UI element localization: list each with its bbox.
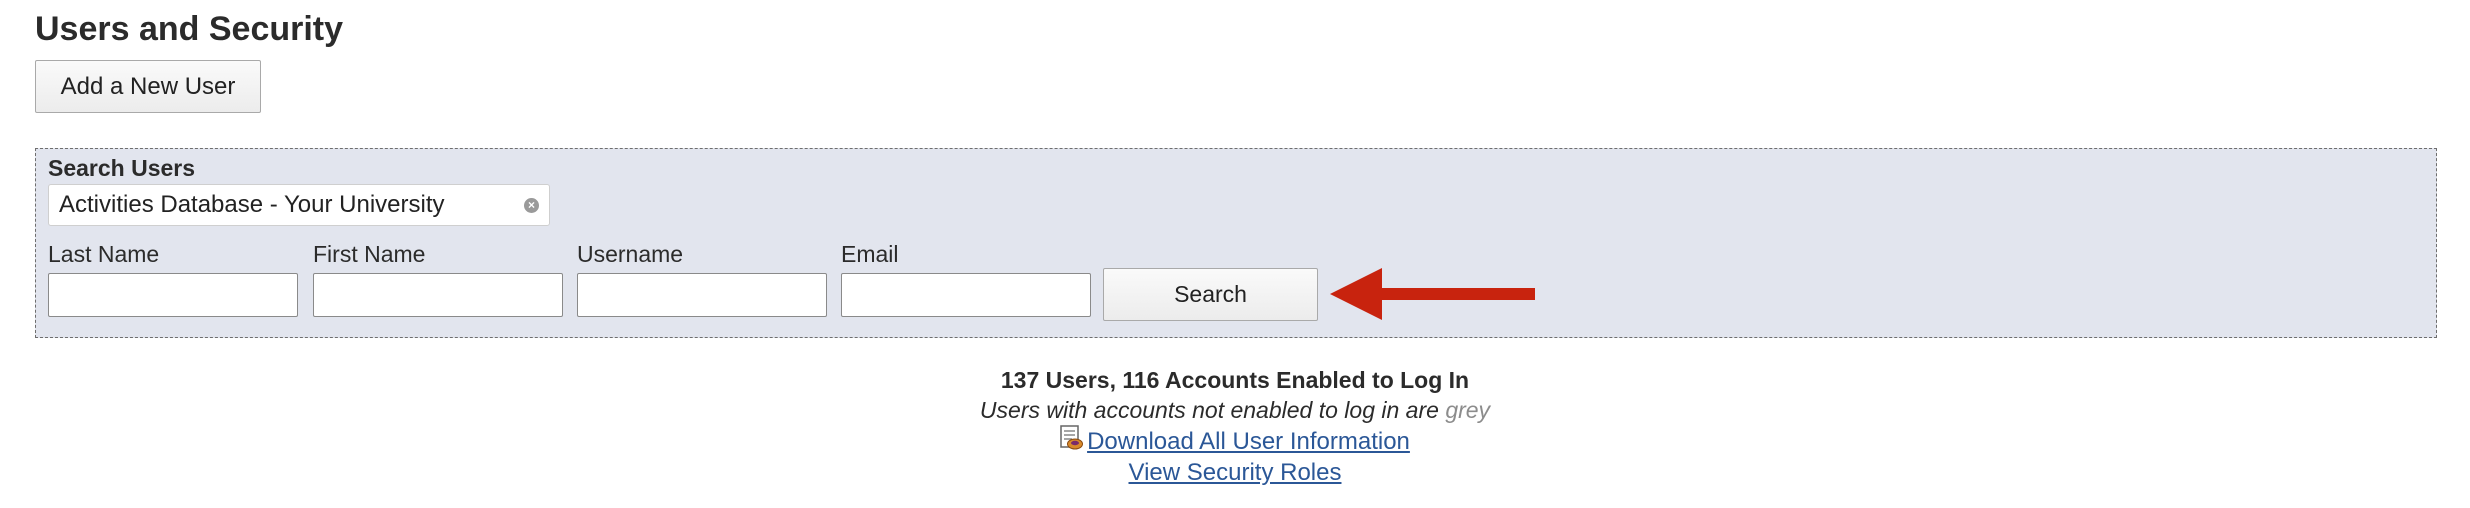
last-name-label: Last Name (48, 241, 160, 267)
user-count-summary: 137 Users, 116 Accounts Enabled to Log I… (1000, 367, 1470, 393)
search-button[interactable]: Search (1103, 268, 1318, 321)
disabled-accounts-note: Users with accounts not enabled to log i… (0, 395, 2470, 425)
roles-line: View Security Roles (0, 457, 2470, 489)
search-users-heading: Search Users (48, 155, 196, 181)
spreadsheet-download-icon[interactable] (1060, 425, 1084, 451)
email-label: Email (841, 241, 899, 267)
database-select-value: Activities Database - Your University (59, 191, 445, 218)
download-all-users-link[interactable]: Download All User Information (1087, 428, 1410, 455)
username-input[interactable] (577, 273, 827, 317)
username-label: Username (577, 241, 684, 267)
database-select[interactable]: Activities Database - Your University × (48, 184, 550, 226)
email-input[interactable] (841, 273, 1091, 317)
last-name-input[interactable] (48, 273, 298, 317)
add-new-user-button[interactable]: Add a New User (35, 60, 261, 113)
users-security-page: Users and Security Add a New User Search… (0, 0, 2470, 508)
red-arrow-icon (1330, 268, 1535, 320)
view-security-roles-link[interactable]: View Security Roles (1129, 459, 1342, 486)
disabled-note-text: Users with accounts not enabled to log i… (979, 397, 1439, 423)
page-title: Users and Security (35, 10, 344, 48)
user-summary: 137 Users, 116 Accounts Enabled to Log I… (0, 365, 2470, 489)
search-users-panel: Search Users Activities Database - Your … (35, 148, 2437, 338)
first-name-label: First Name (313, 241, 426, 267)
download-line: Download All User Information (0, 425, 2470, 457)
disabled-note-grey-word: grey (1445, 397, 1491, 423)
first-name-input[interactable] (313, 273, 563, 317)
clear-icon[interactable]: × (524, 197, 539, 213)
